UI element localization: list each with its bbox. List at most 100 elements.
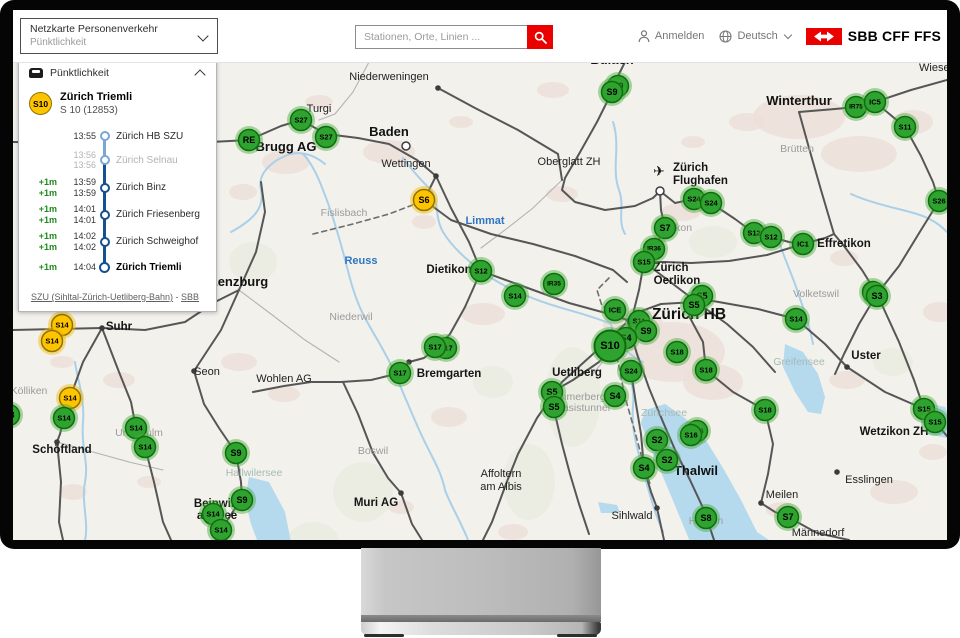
stop-time: 13:5613:56: [60, 150, 96, 171]
user-icon: [638, 30, 650, 43]
line-badge-S3[interactable]: S3: [863, 282, 891, 310]
map-label: ✈: [653, 163, 665, 179]
svg-text:S8: S8: [700, 513, 711, 523]
line-badge-S12[interactable]: S12: [757, 223, 785, 251]
line-badge-S18[interactable]: S18: [751, 396, 779, 424]
svg-text:S15: S15: [928, 418, 941, 427]
layer-dropdown[interactable]: Netzkarte Personenverkehr Pünktlichkeit: [20, 18, 218, 54]
stop-timeline-node: [96, 174, 113, 201]
svg-text:S7: S7: [782, 512, 793, 522]
line-badge-S15[interactable]: S15: [630, 248, 658, 276]
globe-icon: [719, 30, 732, 43]
svg-text:S8: S8: [13, 410, 15, 420]
language-selector[interactable]: Deutsch: [719, 30, 790, 43]
line-badge-IC5[interactable]: IC5: [861, 88, 889, 116]
line-badge-S14[interactable]: S14: [782, 305, 810, 333]
stop-time: 13:55: [60, 131, 96, 142]
chevron-up-icon: [194, 69, 205, 80]
line-badge-IR35[interactable]: IR35: [540, 270, 568, 298]
station-circle: [656, 187, 664, 195]
train-icon: [29, 68, 43, 78]
operator-link[interactable]: SZU (Sihltal-Zürich-Uetliberg-Bahn): [31, 292, 173, 302]
sbb-link[interactable]: SBB: [181, 292, 199, 302]
map-label: am Albis: [480, 481, 522, 493]
line-badge-S16[interactable]: S16: [677, 421, 705, 449]
map-label: Männedorf: [792, 527, 846, 539]
map-label: Uster: [851, 350, 881, 362]
line-badge-S18[interactable]: S18: [692, 356, 720, 384]
line-badge-S6[interactable]: S6: [410, 186, 438, 214]
login-button[interactable]: Anmelden: [638, 30, 705, 43]
line-badge-S10[interactable]: S10: [591, 327, 629, 365]
stop-name: Zürich Schweighof: [116, 236, 198, 247]
line-badge-S8[interactable]: S8: [692, 504, 720, 532]
stop-delay: +1m: [31, 262, 57, 273]
footer-separator: -: [173, 292, 181, 302]
svg-text:S14: S14: [508, 292, 522, 301]
svg-text:S27: S27: [319, 133, 332, 142]
stop-row: +1m+1m14:0114:01Zürich Friesenberg: [31, 201, 216, 228]
station-dot: [654, 505, 660, 511]
svg-text:S17: S17: [393, 369, 406, 378]
line-badge-S9[interactable]: S9: [598, 78, 626, 106]
svg-text:IC1: IC1: [797, 240, 809, 249]
search-button[interactable]: [527, 25, 553, 49]
line-badge-S14[interactable]: S14: [38, 327, 66, 355]
train-line-number: S 10 (12853): [60, 105, 132, 116]
line-badge-S14[interactable]: S14: [501, 282, 529, 310]
stop-time: 14:0114:01: [60, 204, 96, 225]
line-badge-S4[interactable]: S4: [630, 454, 658, 482]
line-badge-IC1[interactable]: IC1: [789, 230, 817, 258]
map-label: Winterthur: [766, 93, 832, 108]
line-badge-S17[interactable]: S17: [421, 333, 449, 361]
svg-text:S18: S18: [699, 366, 712, 375]
line-badge-S27[interactable]: S27: [287, 106, 315, 134]
login-label: Anmelden: [655, 30, 705, 42]
line-badge-S5[interactable]: S5: [540, 393, 568, 421]
stop-row: 13:5613:56Zürich Selnau: [31, 146, 216, 174]
stop-name: Zürich Binz: [116, 182, 166, 193]
line-badge-S18[interactable]: S18: [663, 338, 691, 366]
stop-time: 13:5913:59: [60, 177, 96, 198]
line-badge-S7[interactable]: S7: [774, 503, 802, 531]
line-badge-S8[interactable]: S8: [13, 401, 23, 429]
stop-timeline-node: [96, 146, 113, 174]
line-badge-S5[interactable]: S5: [680, 291, 708, 319]
monitor-foot-right: [557, 634, 597, 637]
svg-text:S5: S5: [548, 402, 559, 412]
map-label: Wohlen AG: [256, 373, 311, 385]
svg-text:ICE: ICE: [609, 306, 622, 315]
line-badge-S24[interactable]: S24: [697, 189, 725, 217]
line-badge-S9[interactable]: S9: [228, 486, 256, 514]
line-badge-S27[interactable]: S27: [312, 123, 340, 151]
svg-text:S5: S5: [688, 300, 699, 310]
map-label: Wetzikon ZH: [860, 426, 929, 438]
svg-text:S7: S7: [659, 223, 670, 233]
svg-text:S18: S18: [758, 406, 771, 415]
svg-text:S11: S11: [899, 123, 912, 132]
svg-text:S9: S9: [230, 448, 241, 458]
svg-text:S12: S12: [764, 233, 777, 242]
svg-text:S26: S26: [932, 197, 945, 206]
line-badge-ICE[interactable]: ICE: [601, 296, 629, 324]
line-badge-S26[interactable]: S26: [925, 187, 947, 215]
line-badge-S11[interactable]: S11: [891, 113, 919, 141]
stop-timeline-node: [96, 126, 113, 146]
svg-text:S24: S24: [704, 199, 718, 208]
svg-text:S9: S9: [606, 87, 617, 97]
line-badge-S9[interactable]: S9: [222, 439, 250, 467]
train-destination: Zürich Triemli: [60, 91, 132, 103]
svg-text:S14: S14: [57, 414, 71, 423]
line-badge-S14[interactable]: S14: [131, 433, 159, 461]
svg-text:S6: S6: [418, 195, 429, 205]
map-label: Limmat: [465, 215, 504, 227]
monitor-foot-left: [364, 634, 404, 637]
search-input[interactable]: [355, 25, 527, 49]
line-badge-S4[interactable]: S4: [601, 382, 629, 410]
stop-row: +1m+1m14:0214:02Zürich Schweighof: [31, 228, 216, 255]
line-badge-S14[interactable]: S14: [50, 404, 78, 432]
line-badge-RE[interactable]: RE: [235, 126, 263, 154]
line-badge-S12[interactable]: S12: [467, 257, 495, 285]
line-badge-S17[interactable]: S17: [386, 359, 414, 387]
panel-title: Pünktlichkeit: [50, 67, 189, 79]
